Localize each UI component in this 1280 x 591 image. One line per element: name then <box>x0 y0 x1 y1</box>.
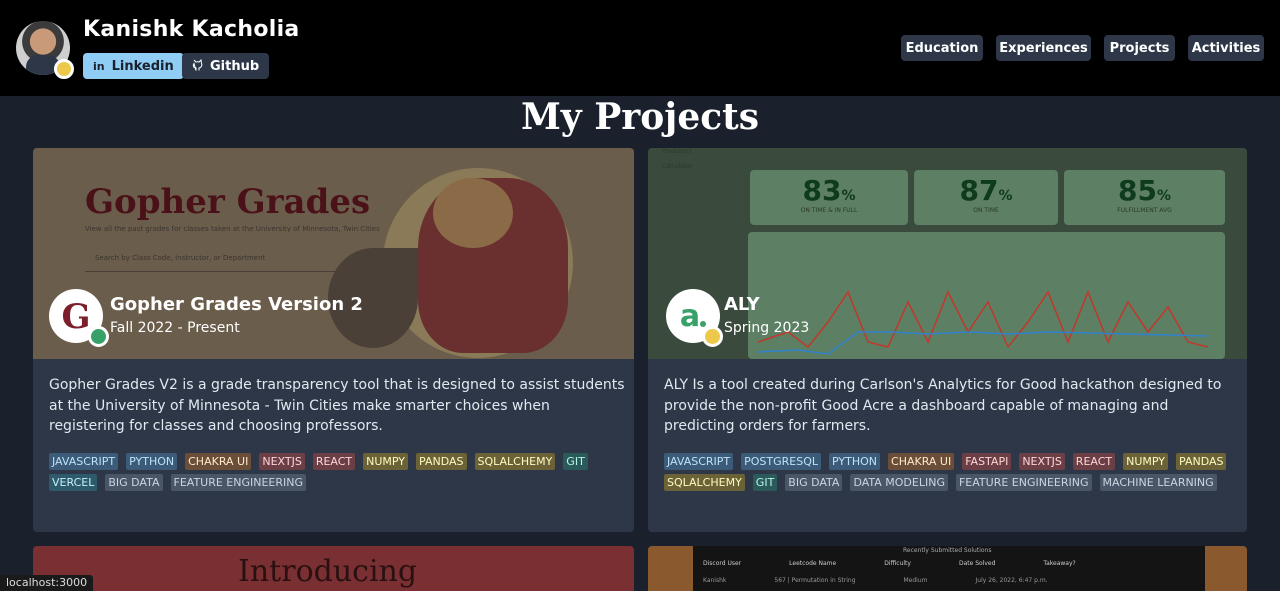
hero-headline: Gopher Grades <box>85 182 371 222</box>
tag: POSTGRESQL <box>741 453 822 470</box>
project-date: Spring 2023 <box>724 320 810 336</box>
github-button[interactable]: Github <box>182 53 270 79</box>
tag: FEATURE ENGINEERING <box>955 474 1092 491</box>
project-date: Fall 2022 - Present <box>110 320 240 336</box>
project-status-indicator <box>88 326 109 347</box>
tag: PANDAS <box>416 453 467 470</box>
project-card-partial[interactable]: Recently Submitted Solutions Discord Use… <box>648 546 1247 591</box>
hero-stat: 85% FULFILLMENT AVG <box>1064 170 1225 225</box>
nav-experiences[interactable]: Experiences <box>996 35 1091 61</box>
tag: BIG DATA <box>105 474 163 491</box>
tag: SQLALCHEMY <box>664 474 745 491</box>
tag: NUMPY <box>363 453 409 470</box>
tag: REACT <box>1072 453 1116 470</box>
tag: JAVASCRIPT <box>49 453 119 470</box>
nav-activities[interactable]: Activities <box>1188 35 1264 61</box>
hero-stat: 83% ON TIME & IN FULL <box>750 170 908 225</box>
nav-education[interactable]: Education <box>901 35 983 61</box>
project-description: Gopher Grades V2 is a grade transparency… <box>49 377 625 434</box>
linkedin-label: Linkedin <box>111 58 174 74</box>
project-card-gopher-grades[interactable]: Gopher Grades View all the past grades f… <box>33 148 634 532</box>
tag: JAVASCRIPT <box>664 453 734 470</box>
project-card-partial[interactable]: Introducing <box>33 546 634 591</box>
tag: PANDAS <box>1176 453 1227 470</box>
project-tags: JAVASCRIPT PYTHON CHAKRA UI NEXTJS REACT… <box>49 453 619 491</box>
tag: GIT <box>563 453 588 470</box>
svg-text:G: G <box>61 297 90 336</box>
github-icon <box>192 58 203 74</box>
tag: VERCEL <box>49 474 98 491</box>
status-indicator <box>54 59 74 79</box>
tag: CHAKRA UI <box>185 453 252 470</box>
tag: REACT <box>312 453 356 470</box>
tag: PYTHON <box>126 453 178 470</box>
tag: MACHINE LEARNING <box>1099 474 1217 491</box>
project-tags: JAVASCRIPT POSTGRESQL PYTHON CHAKRA UI F… <box>664 453 1234 491</box>
project-hero-image: Recently Submitted Solutions Discord Use… <box>693 546 1205 591</box>
tag: CHAKRA UI <box>888 453 955 470</box>
page-title: My Projects <box>520 96 760 138</box>
project-description: ALY Is a tool created during Carlson's A… <box>664 377 1222 434</box>
hero-headline: Introducing <box>238 554 418 589</box>
svg-text:a: a <box>680 299 700 334</box>
nav-projects[interactable]: Projects <box>1104 35 1175 61</box>
hero-stat: 87% ON TIME <box>914 170 1058 225</box>
hero-subtext: View all the past grades for classes tak… <box>85 225 380 233</box>
tag: NUMPY <box>1123 453 1169 470</box>
tag: PYTHON <box>829 453 881 470</box>
hero-chart <box>748 232 1225 359</box>
github-label: Github <box>210 58 260 74</box>
project-card-aly[interactable]: Producers Calculator 83% ON TIME & IN FU… <box>648 148 1247 532</box>
table-row: Kanishk 567 | Permutation in String Medi… <box>703 577 1048 584</box>
tag: SQLALCHEMY <box>474 453 556 470</box>
tag: FEATURE ENGINEERING <box>170 474 307 491</box>
site-header: Kanishk Kacholia in Linkedin Github Educ… <box>0 0 1280 96</box>
project-status-indicator <box>702 326 723 347</box>
table-header: Discord User Leetcode Name Difficulty Da… <box>703 560 1076 567</box>
tag: FASTAPI <box>962 453 1012 470</box>
project-title: ALY <box>724 294 760 315</box>
status-url: localhost:3000 <box>0 575 94 591</box>
project-title: Gopher Grades Version 2 <box>110 294 363 315</box>
hero-sidebar: Producers Calculator <box>662 148 693 170</box>
tag: NEXTJS <box>259 453 305 470</box>
tag: NEXTJS <box>1019 453 1065 470</box>
tag: GIT <box>752 474 778 491</box>
profile-name: Kanishk Kacholia <box>83 17 300 42</box>
tag: DATA MODELING <box>850 474 948 491</box>
linkedin-button[interactable]: in Linkedin <box>83 53 184 79</box>
tag: BIG DATA <box>785 474 843 491</box>
hero-search: Search by Class Code, Instructor, or Dep… <box>85 254 335 272</box>
linkedin-icon: in <box>93 59 105 73</box>
